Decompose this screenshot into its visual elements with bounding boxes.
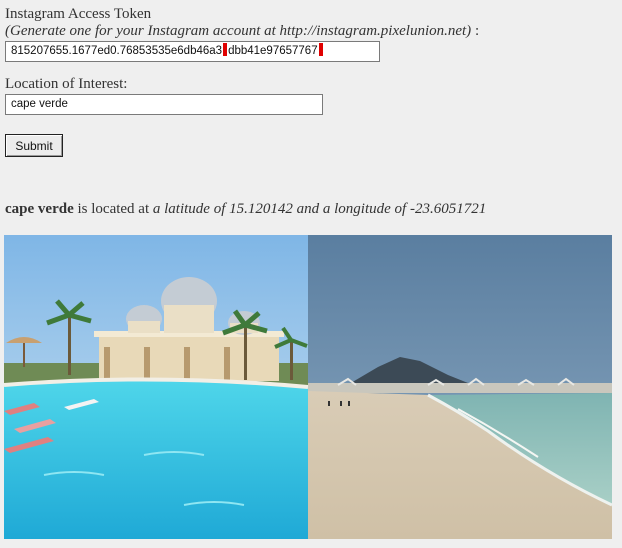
result-connector: is located at [73, 201, 153, 217]
token-marker [223, 43, 228, 56]
access-token-input[interactable]: 815207655.1677ed0.76853535e6db46a3 dbb41e… [5, 41, 380, 62]
token-help-text: (Generate one for your Instagram account… [5, 23, 472, 39]
photo-grid [4, 235, 612, 539]
token-text-start: 815207655.1677ed0.76853535e6db46a3 [11, 45, 223, 57]
location-label: Location of Interest: [5, 76, 128, 92]
token-form: Instagram Access Token (Generate one for… [5, 6, 605, 157]
token-help-colon: : [471, 23, 480, 39]
beach-photo[interactable] [308, 235, 612, 539]
token-label: Instagram Access Token [5, 6, 152, 22]
result-coordinates: a latitude of 15.120142 and a longitude … [152, 201, 487, 217]
location-input[interactable]: cape verde [5, 94, 323, 115]
resort-pool-photo[interactable] [4, 235, 308, 539]
location-result: cape verde is located at a latitude of 1… [5, 200, 486, 218]
result-place: cape verde [5, 201, 74, 217]
token-text-end: dbb41e97657767 [228, 45, 318, 57]
token-marker-end [318, 43, 323, 56]
submit-button[interactable]: Submit [5, 134, 63, 157]
token-help-note: (Generate one for your Instagram account… [5, 23, 605, 40]
page: Instagram Access Token (Generate one for… [0, 0, 622, 548]
